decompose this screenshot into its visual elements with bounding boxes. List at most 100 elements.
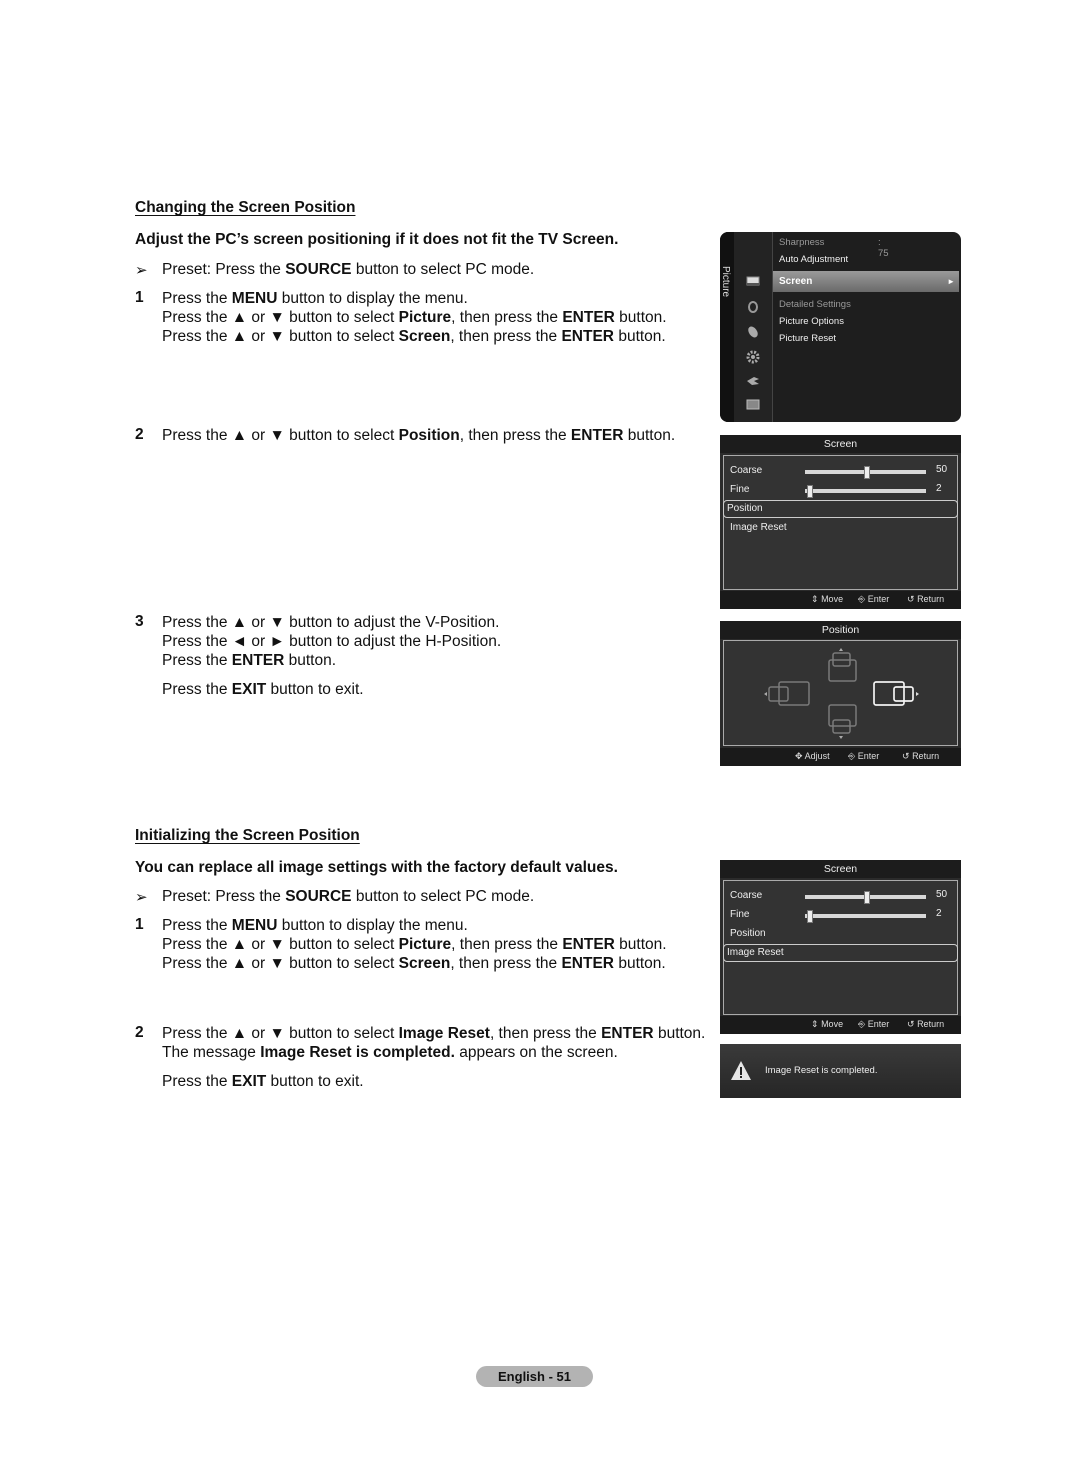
osd-footer: ✥ Adjust ⎆ Enter ↺ Return <box>720 748 961 766</box>
preset-arrow-icon: ➢ <box>135 889 148 906</box>
menu-item-picture-reset[interactable]: Picture Reset <box>779 333 836 344</box>
step-instruction-line: Press the ▲ or ▼ button to select Image … <box>162 1025 706 1042</box>
updown-arrows-icon: ⇕ <box>811 594 819 604</box>
step-instruction-line: Press the MENU button to display the men… <box>162 917 468 934</box>
position-menu-osd: Position ✥ Adjust ⎆ Enter ↺ Return <box>720 621 961 766</box>
page-number: English - 51 <box>476 1366 593 1387</box>
return-icon: ↺ <box>902 751 910 761</box>
screen-menu-item-position[interactable]: Position <box>730 925 766 942</box>
enter-icon: ⎆ <box>848 751 856 761</box>
step-number: 2 <box>135 1024 144 1041</box>
menu-item-detailed-settings[interactable]: Detailed Settings <box>779 299 851 310</box>
coarse-slider[interactable] <box>805 466 926 479</box>
enter-hint: ⎆ Enter <box>848 751 880 761</box>
step-instruction-line: Press the ▲ or ▼ button to select Screen… <box>162 955 666 972</box>
screen-menu-osd: Screen ⇕ Move ⎆ Enter ↺ Return Coarse 50 F… <box>720 435 961 609</box>
fine-value: 2 <box>936 908 942 919</box>
menu-icon-column <box>734 232 773 422</box>
four-way-arrows-icon: ✥ <box>795 751 803 761</box>
coarse-value: 50 <box>936 889 948 900</box>
section-subheading: Adjust the PC’s screen positioning if it… <box>135 231 619 248</box>
submenu-arrow-icon: ► <box>947 277 955 286</box>
step-number: 1 <box>135 916 144 933</box>
updown-arrows-icon: ⇕ <box>811 1019 819 1029</box>
position-diagram <box>723 640 958 746</box>
section-subheading: You can replace all image settings with … <box>135 859 618 876</box>
enter-hint: ⎆ Enter <box>858 1019 890 1029</box>
fine-value: 2 <box>936 483 942 494</box>
return-hint: ↺ Return <box>907 1019 945 1029</box>
coarse-value: 50 <box>936 464 948 475</box>
step-instruction-line: Press the ▲ or ▼ button to select Screen… <box>162 328 666 345</box>
adjust-hint: ✥ Adjust <box>795 751 830 761</box>
exit-instruction-line: Press the EXIT button to exit. <box>162 681 364 698</box>
step-instruction-line: Press the ▲ or ▼ button to select Pictur… <box>162 309 667 326</box>
move-hint: ⇕ Move <box>811 1019 844 1029</box>
screen-menu-osd-reset: Screen ⇕ Move ⎆ Enter ↺ Return Coarse 50 F… <box>720 860 961 1034</box>
return-icon: ↺ <box>907 594 915 604</box>
menu-item-sharpness[interactable]: Sharpness : 75 <box>779 237 889 259</box>
enter-hint: ⎆ Enter <box>858 594 890 604</box>
osd-title: Position <box>720 621 961 639</box>
screen-menu-item-image-reset[interactable]: Image Reset <box>730 519 787 536</box>
step-instruction-line: Press the ▲ or ▼ button to select Positi… <box>162 427 676 444</box>
step-instruction-line: The message Image Reset is completed. ap… <box>162 1044 618 1061</box>
section-heading-changing-position: Changing the Screen Position <box>135 199 356 216</box>
setup-icon[interactable] <box>746 350 760 364</box>
osd-footer: ⇕ Move ⎆ Enter ↺ Return <box>720 591 961 609</box>
section-heading-initializing-position: Initializing the Screen Position <box>135 827 360 844</box>
screen-menu-item-coarse[interactable]: Coarse <box>730 462 762 479</box>
step-number: 3 <box>135 613 144 630</box>
move-down-indicator[interactable] <box>828 704 857 739</box>
menu-category-sidebar: Picture <box>720 232 734 422</box>
osd-title: Screen <box>720 435 961 453</box>
osd-footer: ⇕ Move ⎆ Enter ↺ Return <box>720 1016 961 1034</box>
picture-menu-list: Sharpness : 75 Auto Adjustment Screen ► … <box>773 232 961 422</box>
step-instruction-line: Press the ▲ or ▼ button to select Pictur… <box>162 936 667 953</box>
application-icon[interactable] <box>746 399 760 411</box>
osd-title: Screen <box>720 860 961 878</box>
step-instruction-line: Press the ▲ or ▼ button to adjust the V-… <box>162 614 500 631</box>
slider-handle[interactable] <box>863 466 870 479</box>
screen-menu-item-coarse[interactable]: Coarse <box>730 887 762 904</box>
move-right-indicator[interactable] <box>873 681 919 706</box>
enter-icon: ⎆ <box>858 1019 866 1029</box>
fine-slider[interactable] <box>805 485 926 498</box>
menu-category-label: Picture <box>720 266 731 298</box>
move-up-indicator[interactable] <box>828 648 857 682</box>
sharpness-value: : 75 <box>878 237 889 259</box>
screen-menu-item-fine[interactable]: Fine <box>730 906 749 923</box>
return-hint: ↺ Return <box>902 751 940 761</box>
screen-menu-item-fine[interactable]: Fine <box>730 481 749 498</box>
step-number: 2 <box>135 426 144 443</box>
channel-icon[interactable] <box>746 325 760 338</box>
menu-item-auto-adjustment[interactable]: Auto Adjustment <box>779 254 848 265</box>
message-text: Image Reset is completed. <box>765 1065 878 1076</box>
enter-icon: ⎆ <box>858 594 866 604</box>
move-hint: ⇕ Move <box>811 594 844 604</box>
warning-icon <box>731 1061 751 1080</box>
exit-instruction-line: Press the EXIT button to exit. <box>162 1073 364 1090</box>
screen-menu-item-position[interactable]: Position <box>723 500 958 518</box>
slider-handle[interactable] <box>863 891 870 904</box>
step-instruction-line: Press the ◄ or ► button to adjust the H-… <box>162 633 502 650</box>
coarse-slider[interactable] <box>805 891 926 904</box>
picture-icon[interactable] <box>746 276 760 288</box>
screen-menu-item-image-reset[interactable]: Image Reset <box>723 944 958 962</box>
input-icon[interactable] <box>746 375 760 387</box>
step-instruction-line: Press the ENTER button. <box>162 652 337 669</box>
image-reset-message: Image Reset is completed. <box>720 1044 961 1098</box>
slider-handle[interactable] <box>807 485 814 498</box>
picture-menu-osd: Picture Sharpness : 75 Auto Adjustment S… <box>720 232 961 422</box>
fine-slider[interactable] <box>805 910 926 923</box>
slider-handle[interactable] <box>807 910 814 923</box>
menu-item-screen[interactable]: Screen ► <box>773 271 959 292</box>
preset-line: Preset: Press the SOURCE button to selec… <box>162 261 535 278</box>
menu-item-picture-options[interactable]: Picture Options <box>779 316 844 327</box>
step-number: 1 <box>135 289 144 306</box>
sound-icon[interactable] <box>746 300 760 313</box>
preset-line: Preset: Press the SOURCE button to selec… <box>162 888 535 905</box>
return-icon: ↺ <box>907 1019 915 1029</box>
step-instruction-line: Press the MENU button to display the men… <box>162 290 468 307</box>
move-left-indicator[interactable] <box>764 681 810 706</box>
